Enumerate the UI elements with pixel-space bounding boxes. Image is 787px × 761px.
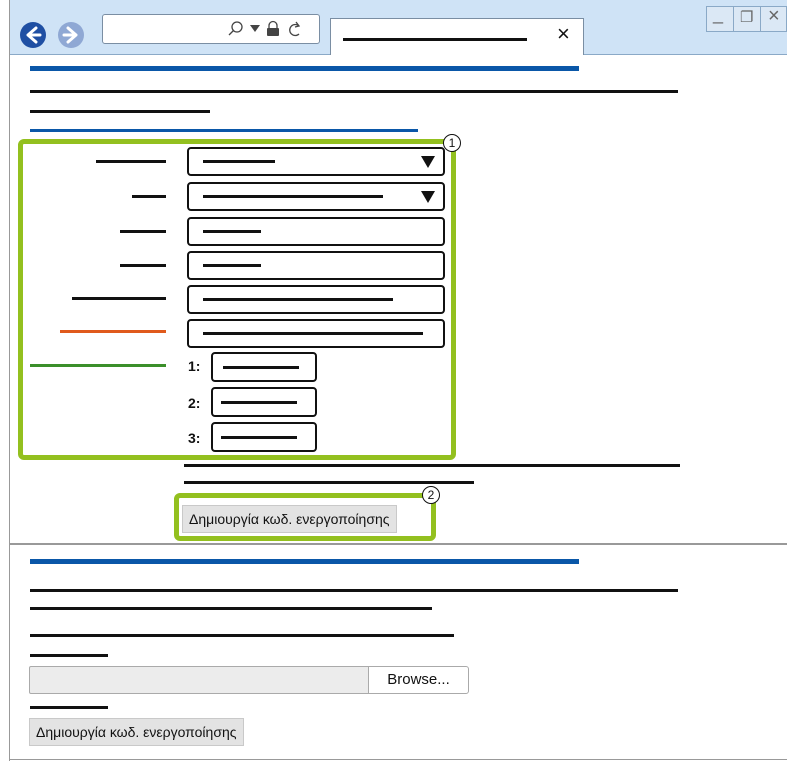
generate-activation-code-button[interactable]: Δημιουργία κωδ. ενεργοποίησης bbox=[182, 505, 397, 533]
close-icon[interactable]: × bbox=[557, 21, 570, 47]
restore-icon[interactable]: ❐ bbox=[740, 8, 753, 26]
callout-1: 1 bbox=[443, 134, 461, 152]
tab-title bbox=[343, 38, 527, 41]
intro-text-line bbox=[30, 110, 210, 113]
browse-button[interactable]: Browse... bbox=[368, 666, 469, 694]
field-label bbox=[120, 230, 166, 233]
field-value bbox=[203, 195, 383, 198]
browser-tab[interactable]: × bbox=[330, 18, 584, 55]
text-field-4[interactable] bbox=[187, 319, 445, 348]
file-path-input[interactable] bbox=[29, 666, 369, 694]
field-label bbox=[132, 195, 166, 198]
field-label-green bbox=[30, 364, 166, 367]
field-label bbox=[120, 264, 166, 267]
section-heading bbox=[30, 66, 579, 71]
chevron-down-icon bbox=[421, 155, 435, 168]
generate-activation-code-button-2[interactable]: Δημιουργία κωδ. ενεργοποίησης bbox=[29, 718, 244, 746]
field-label-orange bbox=[60, 330, 166, 333]
field-value bbox=[223, 365, 299, 369]
field-value bbox=[203, 160, 275, 163]
window-controls-divider-2 bbox=[760, 7, 761, 31]
field-value bbox=[221, 435, 297, 439]
sub-label-3: 3: bbox=[188, 430, 201, 446]
chevron-down-icon bbox=[421, 190, 435, 203]
address-bar[interactable] bbox=[102, 14, 320, 44]
sub-field-1[interactable] bbox=[211, 352, 317, 382]
section-heading bbox=[30, 559, 579, 564]
text-field-3[interactable] bbox=[187, 285, 445, 314]
text-line bbox=[30, 654, 108, 657]
sub-field-3[interactable] bbox=[211, 422, 317, 452]
arrow-left-icon bbox=[26, 26, 42, 44]
intro-text-line bbox=[30, 90, 678, 93]
text-line bbox=[30, 634, 454, 637]
select-field-2[interactable] bbox=[187, 182, 445, 211]
arrow-right-icon bbox=[62, 26, 78, 44]
refresh-icon[interactable] bbox=[287, 20, 303, 38]
search-icon[interactable] bbox=[227, 20, 245, 38]
window-close-icon[interactable]: × bbox=[768, 5, 780, 28]
text-line bbox=[30, 706, 108, 709]
callout-2: 2 bbox=[422, 486, 440, 504]
field-value bbox=[203, 298, 393, 301]
field-value bbox=[221, 400, 297, 404]
sub-label-1: 1: bbox=[188, 358, 201, 374]
text-field-1[interactable] bbox=[187, 217, 445, 246]
text-line bbox=[30, 589, 678, 592]
field-label bbox=[72, 297, 166, 300]
description-text-line bbox=[184, 481, 474, 484]
text-line bbox=[30, 607, 432, 610]
section-divider bbox=[10, 543, 787, 545]
text-field-2[interactable] bbox=[187, 251, 445, 280]
chevron-down-icon[interactable] bbox=[249, 23, 261, 35]
subsection-heading bbox=[30, 129, 418, 132]
window-controls-divider-1 bbox=[733, 7, 734, 31]
minimize-icon[interactable]: _ bbox=[713, 4, 723, 25]
field-label bbox=[96, 160, 166, 163]
sub-label-2: 2: bbox=[188, 395, 201, 411]
lock-icon bbox=[267, 20, 279, 36]
field-value bbox=[203, 264, 261, 267]
field-value bbox=[203, 230, 261, 233]
select-field-1[interactable] bbox=[187, 147, 445, 176]
forward-button[interactable] bbox=[58, 22, 84, 48]
description-text-line bbox=[184, 464, 680, 467]
sub-field-2[interactable] bbox=[211, 387, 317, 417]
back-button[interactable] bbox=[20, 22, 46, 48]
content-bottom-border bbox=[9, 759, 787, 760]
field-value bbox=[203, 332, 423, 335]
